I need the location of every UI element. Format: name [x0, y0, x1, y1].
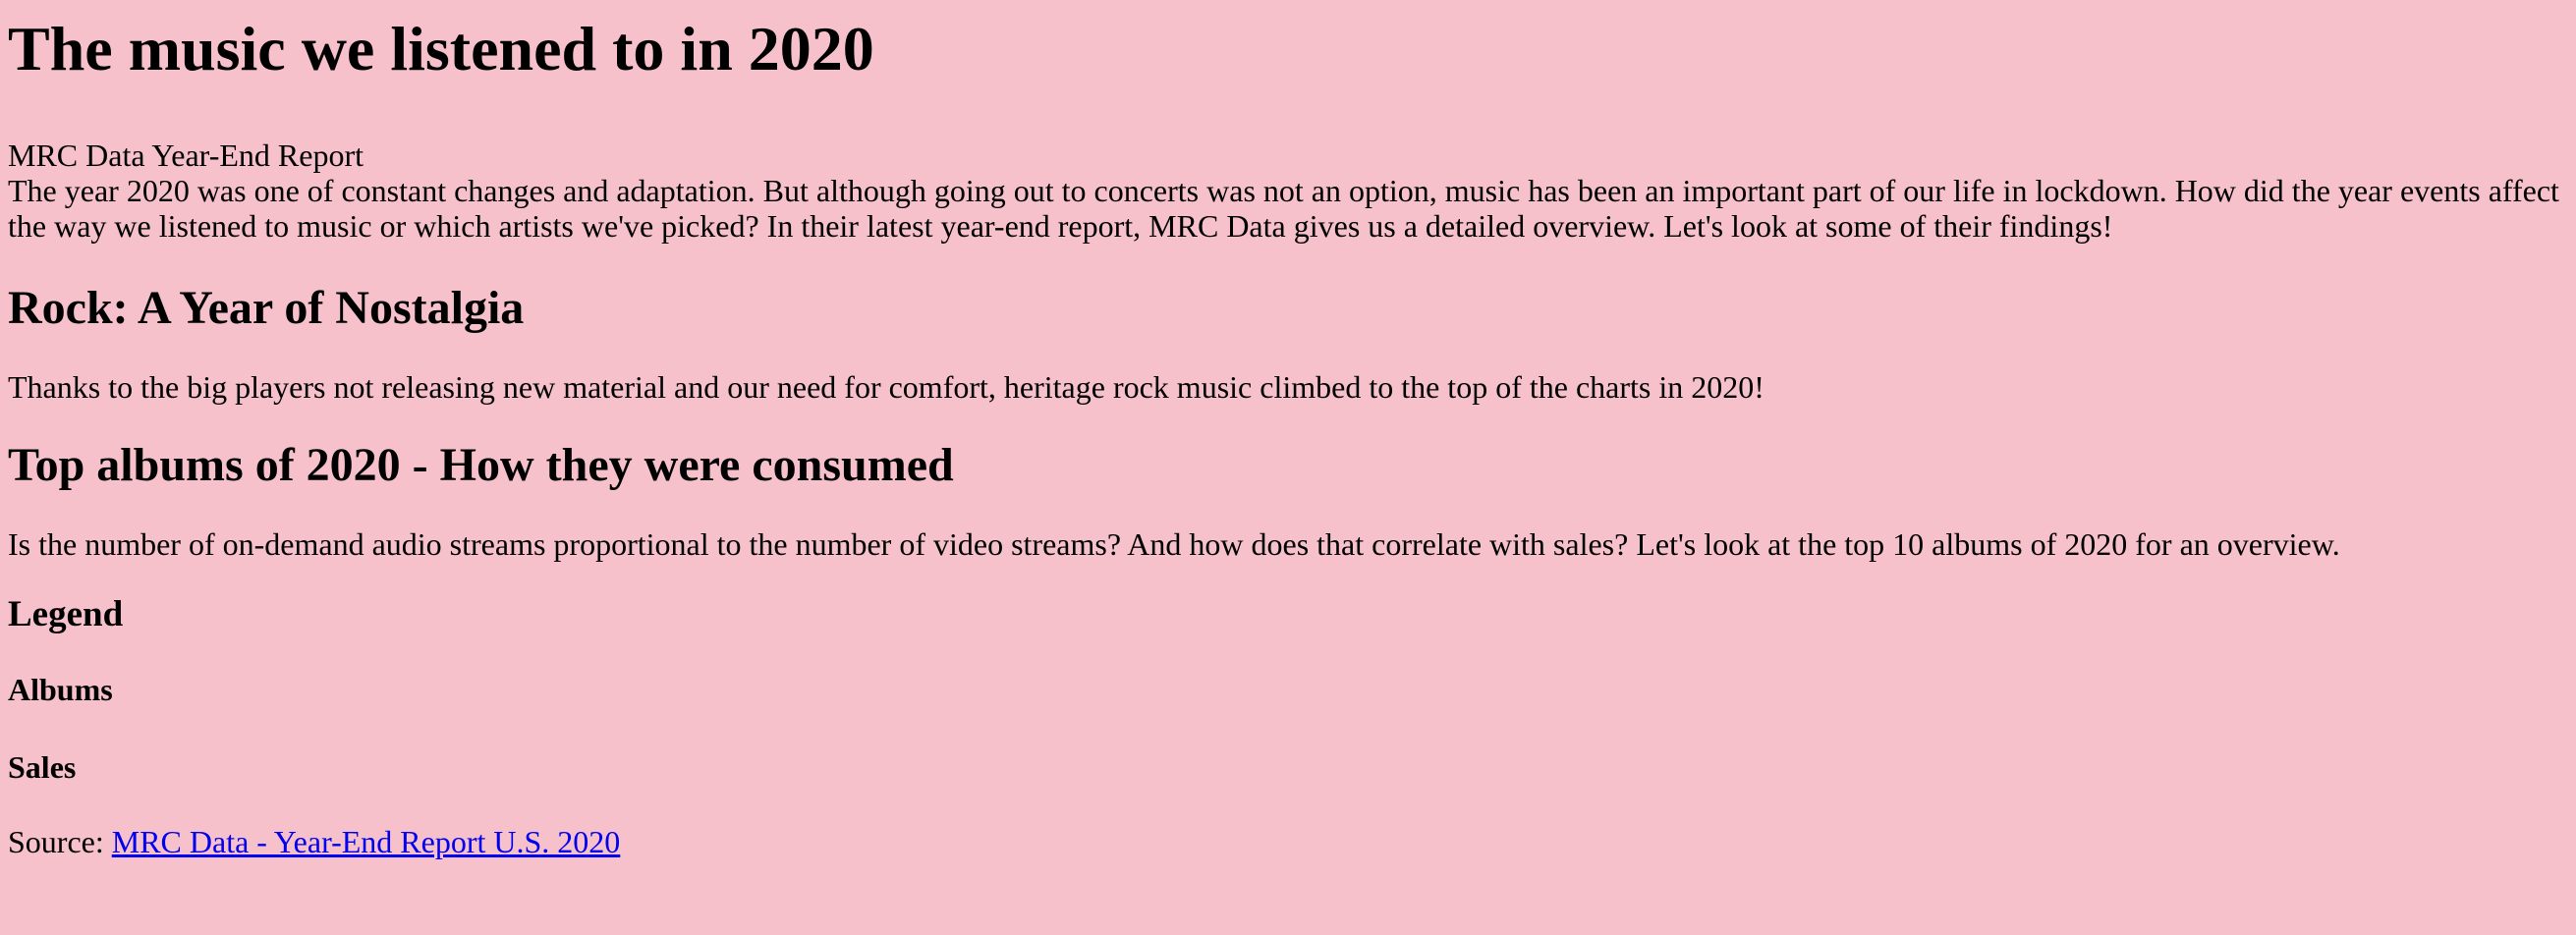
rock-section-heading: Rock: A Year of Nostalgia	[8, 282, 525, 334]
source-line: Source: MRC Data - Year-End Report U.S. …	[8, 824, 2568, 859]
intro-paragraph: The year 2020 was one of constant change…	[8, 173, 2559, 244]
albums-section-text: Is the number of on-demand audio streams…	[8, 526, 2340, 562]
source-link[interactable]: MRC Data - Year-End Report U.S. 2020	[112, 824, 621, 859]
page-content: The music we listened to in 2020 MRC Dat…	[0, 14, 2576, 859]
report-subtitle: MRC Data Year-End Report	[8, 138, 364, 173]
source-prefix: Source:	[8, 824, 112, 859]
albums-section-heading: Top albums of 2020 - How they were consu…	[8, 439, 954, 491]
legend-heading: Legend	[8, 594, 124, 634]
rock-section-text: Thanks to the big players not releasing …	[8, 369, 1764, 405]
legend-albums-label: Albums	[8, 672, 113, 707]
page-title: The music we listened to in 2020	[8, 14, 874, 83]
legend-sales-label: Sales	[8, 749, 77, 785]
